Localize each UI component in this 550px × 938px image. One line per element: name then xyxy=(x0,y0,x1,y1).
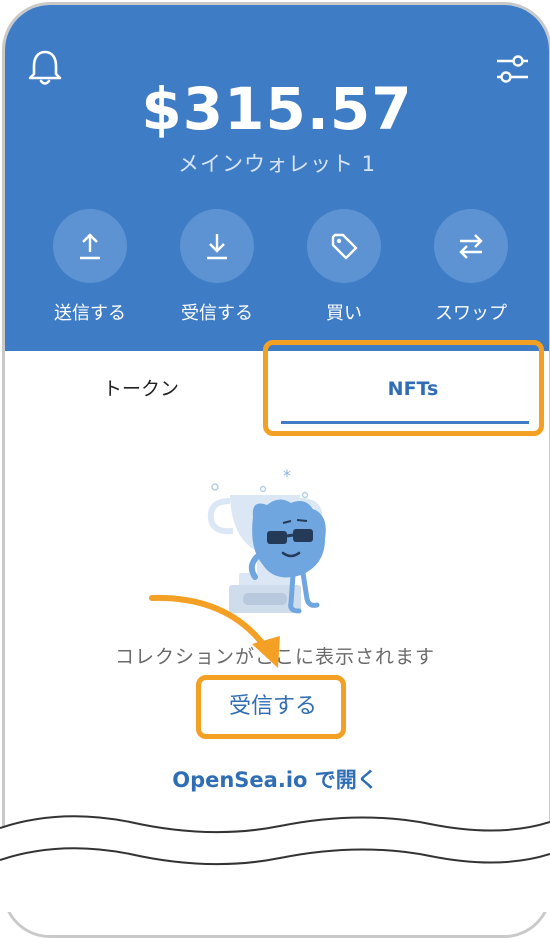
receive-link[interactable]: 受信する xyxy=(200,680,346,736)
torn-edge-decoration xyxy=(0,815,550,912)
opensea-link[interactable]: OpenSea.io で開く xyxy=(0,764,550,794)
tab-tokens[interactable]: トークン xyxy=(5,351,277,431)
wallet-name[interactable]: メインウォレット 1 xyxy=(5,148,549,178)
receive-button[interactable]: 受信する xyxy=(162,209,272,324)
swap-circle[interactable] xyxy=(434,209,508,283)
buy-circle[interactable] xyxy=(307,209,381,283)
wallet-balance: $315.57 xyxy=(141,75,413,143)
download-icon xyxy=(207,234,227,260)
wallet-header: $315.57 メインウォレット 1 送信する 受信する 買い スワップ xyxy=(5,5,549,351)
buy-label: 買い xyxy=(326,303,362,324)
send-button[interactable]: 送信する xyxy=(35,209,145,324)
pointer-arrow-icon xyxy=(149,594,280,668)
upload-icon xyxy=(80,233,100,260)
tag-icon xyxy=(331,233,358,260)
buy-button[interactable]: 買い xyxy=(289,209,399,324)
receive-circle[interactable] xyxy=(180,209,254,283)
swap-button[interactable]: スワップ xyxy=(416,209,526,324)
svg-text:*: * xyxy=(283,466,291,485)
nfts-tab-highlight xyxy=(263,340,544,436)
swap-icon xyxy=(459,234,483,259)
send-circle[interactable] xyxy=(53,209,127,283)
send-label: 送信する xyxy=(54,303,126,324)
swap-label: スワップ xyxy=(435,303,507,324)
receive-label: 受信する xyxy=(181,303,253,324)
